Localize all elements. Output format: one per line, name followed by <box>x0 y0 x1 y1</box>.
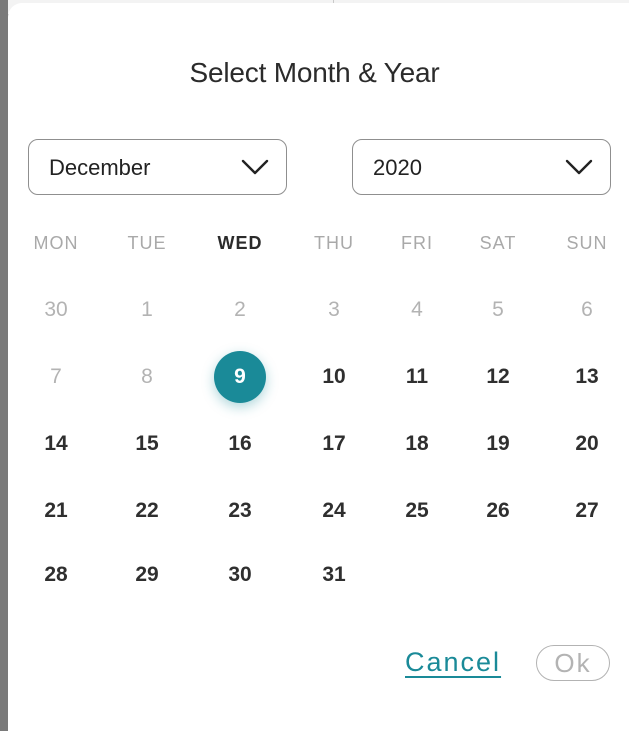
cancel-button[interactable]: Cancel <box>405 647 501 678</box>
adjacent-month-day[interactable]: 8 <box>121 351 173 403</box>
calendar-day[interactable]: 26 <box>472 485 524 537</box>
calendar-day[interactable]: 29 <box>121 549 173 601</box>
weekday-header: MON TUE WED THU FRI SAT SUN <box>8 233 629 273</box>
calendar-day[interactable]: 17 <box>308 418 360 470</box>
dialog-title: Select Month & Year <box>189 57 440 88</box>
calendar-day[interactable]: 13 <box>561 351 613 403</box>
calendar-day[interactable]: 18 <box>391 418 443 470</box>
calendar-day[interactable]: 10 <box>308 351 360 403</box>
adjacent-month-day[interactable]: 30 <box>30 284 82 336</box>
month-select-value: December <box>49 155 151 180</box>
weekday-label-sat: SAT <box>479 233 517 253</box>
weekday-label-fri: FRI <box>401 233 433 253</box>
weekday-label-sun: SUN <box>566 233 608 253</box>
adjacent-month-day[interactable]: 3 <box>308 284 360 336</box>
adjacent-month-day[interactable]: 2 <box>214 284 266 336</box>
month-select[interactable]: December <box>28 139 287 195</box>
calendar-day[interactable]: 19 <box>472 418 524 470</box>
calendar-day[interactable]: 16 <box>214 418 266 470</box>
calendar-day[interactable]: 21 <box>30 485 82 537</box>
adjacent-month-day[interactable]: 4 <box>391 284 443 336</box>
year-select-value: 2020 <box>373 155 422 180</box>
calendar-day[interactable]: 30 <box>214 549 266 601</box>
calendar-day[interactable]: 28 <box>30 549 82 601</box>
ok-button[interactable]: Ok <box>536 645 610 681</box>
calendar-day[interactable]: 15 <box>121 418 173 470</box>
calendar-day[interactable]: 25 <box>391 485 443 537</box>
year-select[interactable]: 2020 <box>352 139 611 195</box>
chevron-down-icon <box>241 159 269 175</box>
selected-day[interactable]: 9 <box>214 351 266 403</box>
chevron-down-icon <box>565 159 593 175</box>
weekday-label-thu: THU <box>314 233 354 253</box>
calendar-day[interactable]: 31 <box>308 549 360 601</box>
adjacent-month-day[interactable]: 6 <box>561 284 613 336</box>
calendar-day[interactable]: 27 <box>561 485 613 537</box>
calendar-day[interactable]: 23 <box>214 485 266 537</box>
weekday-label-wed: WED <box>217 233 263 253</box>
adjacent-month-day[interactable]: 5 <box>472 284 524 336</box>
calendar-day[interactable]: 14 <box>30 418 82 470</box>
calendar-day[interactable]: 11 <box>391 351 443 403</box>
adjacent-month-day[interactable]: 1 <box>121 284 173 336</box>
calendar-day[interactable]: 22 <box>121 485 173 537</box>
adjacent-month-day[interactable]: 7 <box>30 351 82 403</box>
calendar-day[interactable]: 20 <box>561 418 613 470</box>
calendar-day[interactable]: 12 <box>472 351 524 403</box>
month-year-picker-dialog: Select Month & Year December 2020 MON TUE… <box>8 3 629 731</box>
weekday-label-tue: TUE <box>127 233 167 253</box>
calendar-day[interactable]: 24 <box>308 485 360 537</box>
weekday-label-mon: MON <box>33 233 79 253</box>
